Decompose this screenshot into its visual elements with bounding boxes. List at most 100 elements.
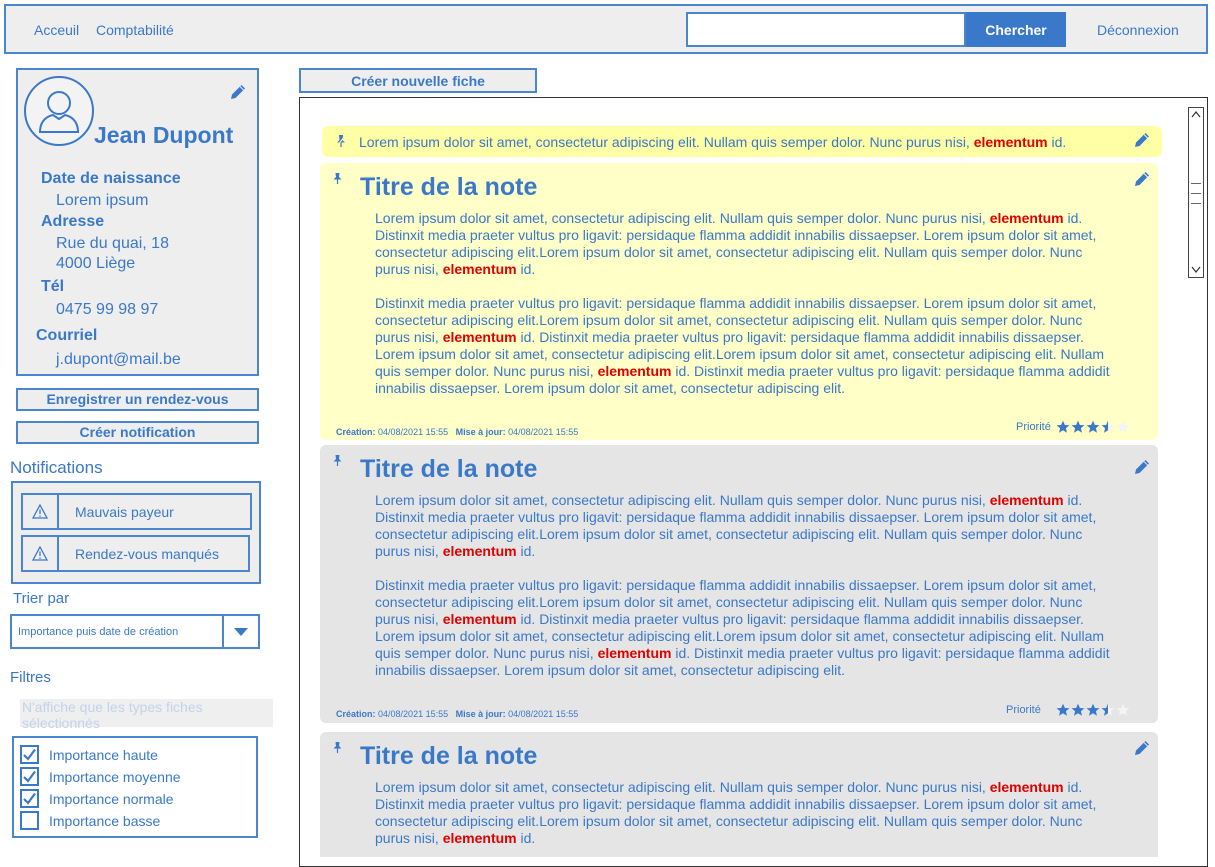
filter-label: Importance normale <box>49 791 174 807</box>
notification-label: Mauvais payeur <box>75 504 174 520</box>
banner-text-end: id. <box>1047 134 1067 150</box>
warning-icon <box>23 537 59 570</box>
checkmark-icon <box>23 770 36 783</box>
note-highlight: elementum <box>989 210 1064 226</box>
sort-title: Trier par <box>13 590 70 607</box>
edit-note-icon[interactable] <box>1132 169 1152 194</box>
notifications-title: Notifications <box>10 458 103 477</box>
star-icon <box>1116 703 1130 716</box>
checkmark-icon <box>23 792 36 805</box>
notification-bad-payer[interactable]: Mauvais payeur <box>21 493 252 530</box>
checkbox[interactable] <box>20 789 39 808</box>
pin-icon <box>333 172 342 190</box>
priority-stars <box>1056 703 1131 717</box>
sort-selected-value: Importance puis date de création <box>18 626 179 638</box>
banner-text-start: Lorem ipsum dolor sit amet, consectetur … <box>359 134 974 150</box>
note-paragraph: Lorem ipsum dolor sit amet, consectetur … <box>375 779 1115 847</box>
pin-icon <box>336 134 346 153</box>
created-label: Création: <box>336 709 376 719</box>
note-text: Lorem ipsum dolor sit amet, consectetur … <box>375 210 990 226</box>
scrollbar[interactable] <box>1188 107 1204 278</box>
created-date: 04/08/2021 15:55 <box>378 427 449 437</box>
create-notification-button[interactable]: Créer notification <box>16 421 259 444</box>
note-text: id. <box>516 543 536 559</box>
note-card[interactable]: Titre de la note Lorem ipsum dolor sit a… <box>320 163 1158 440</box>
notification-label: Rendez-vous manqués <box>75 546 219 562</box>
user-icon <box>38 91 80 133</box>
phone-value: 0475 99 98 97 <box>56 301 159 318</box>
note-highlight: elementum <box>442 830 517 846</box>
top-bar: Acceuil Comptabilité Chercher Déconnexio… <box>4 4 1208 54</box>
logout-link[interactable]: Déconnexion <box>1097 22 1179 38</box>
avatar <box>24 76 94 146</box>
notification-missed-appointments[interactable]: Rendez-vous manqués <box>21 535 250 572</box>
sort-select[interactable]: Importance puis date de création <box>10 614 260 649</box>
pinned-banner: Lorem ipsum dolor sit amet, consectetur … <box>322 126 1162 157</box>
note-paragraph: Lorem ipsum dolor sit amet, consectetur … <box>375 492 1115 560</box>
created-label: Création: <box>336 427 376 437</box>
search-input[interactable] <box>686 12 966 47</box>
birth-date-label: Date de naissance <box>41 170 181 187</box>
note-meta: Création: 04/08/2021 15:55 Mise à jour: … <box>336 709 578 719</box>
filters-hint: N'affiche que les types fiches sélection… <box>20 699 273 731</box>
note-text: id. <box>516 830 536 846</box>
updated-date: 04/08/2021 15:55 <box>508 709 579 719</box>
priority-label: Priorité <box>1016 421 1051 433</box>
star-icon <box>1101 420 1115 433</box>
scroll-down-icon[interactable] <box>1191 266 1201 274</box>
star-icon <box>1071 703 1085 716</box>
filters-title: Filtres <box>10 669 51 686</box>
email-value: j.dupont@mail.be <box>56 351 181 368</box>
edit-note-icon[interactable] <box>1132 457 1152 482</box>
warning-icon <box>23 495 59 528</box>
note-paragraph: Distinxit media praeter vultus pro ligav… <box>375 577 1115 679</box>
note-title: Titre de la note <box>360 173 538 201</box>
search-button[interactable]: Chercher <box>966 12 1066 47</box>
address-label: Adresse <box>41 213 105 230</box>
checkbox[interactable] <box>20 811 39 830</box>
note-meta: Création: 04/08/2021 15:55 Mise à jour: … <box>336 427 578 437</box>
updated-date: 04/08/2021 15:55 <box>508 427 579 437</box>
checkmark-icon <box>23 748 36 761</box>
birth-date-value: Lorem ipsum <box>56 192 149 209</box>
note-card[interactable]: Titre de la note Lorem ipsum dolor sit a… <box>320 445 1158 723</box>
nav-home-link[interactable]: Acceuil <box>34 22 79 38</box>
create-sheet-button[interactable]: Créer nouvelle fiche <box>299 68 537 93</box>
edit-profile-icon[interactable] <box>228 82 248 107</box>
scroll-thumb-grip <box>1191 193 1201 194</box>
scroll-thumb-grip <box>1191 183 1201 184</box>
updated-label: Mise à jour: <box>455 427 506 437</box>
scroll-thumb-grip <box>1191 203 1201 204</box>
edit-note-icon[interactable] <box>1132 738 1152 763</box>
edit-banner-icon[interactable] <box>1132 130 1152 155</box>
note-title: Titre de la note <box>360 455 538 483</box>
dropdown-arrow-icon[interactable] <box>222 616 258 647</box>
email-label: Courriel <box>36 327 98 344</box>
note-paragraph: Distinxit media praeter vultus pro ligav… <box>375 295 1115 397</box>
register-appointment-button[interactable]: Enregistrer un rendez-vous <box>16 388 259 411</box>
profile-name: Jean Dupont <box>94 122 234 148</box>
banner-text: Lorem ipsum dolor sit amet, consectetur … <box>359 134 1066 150</box>
pin-icon <box>333 454 342 472</box>
star-icon <box>1101 703 1115 716</box>
filter-label: Importance haute <box>49 747 158 763</box>
note-highlight: elementum <box>442 611 517 627</box>
created-date: 04/08/2021 15:55 <box>378 709 449 719</box>
scroll-up-icon[interactable] <box>1191 110 1201 118</box>
priority-label: Priorité <box>1006 704 1041 716</box>
checkbox[interactable] <box>20 745 39 764</box>
checkbox[interactable] <box>20 767 39 786</box>
nav-accounting-link[interactable]: Comptabilité <box>96 22 174 38</box>
profile-card: Jean Dupont Date de naissance Lorem ipsu… <box>16 68 259 376</box>
note-paragraph: Lorem ipsum dolor sit amet, consectetur … <box>375 210 1115 278</box>
note-highlight: elementum <box>597 645 672 661</box>
note-highlight: elementum <box>442 329 517 345</box>
note-card[interactable]: Titre de la note Lorem ipsum dolor sit a… <box>320 732 1158 857</box>
note-highlight: elementum <box>989 779 1064 795</box>
banner-highlight: elementum <box>973 134 1048 150</box>
priority-stars <box>1056 420 1131 434</box>
note-highlight: elementum <box>989 492 1064 508</box>
note-text: id. <box>516 261 536 277</box>
star-icon <box>1071 420 1085 433</box>
notifications-panel: Mauvais payeur Rendez-vous manqués <box>11 481 261 584</box>
